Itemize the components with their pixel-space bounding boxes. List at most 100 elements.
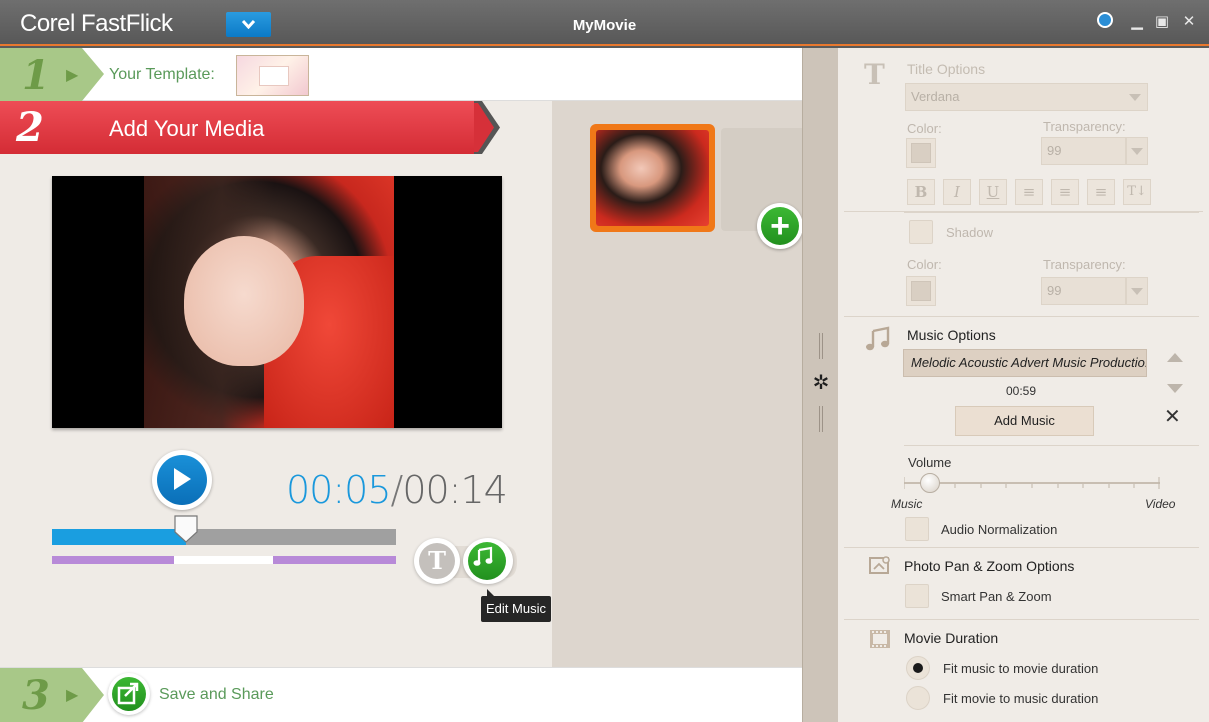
media-tracks	[52, 556, 396, 564]
gear-icon[interactable]: ✲	[811, 370, 831, 394]
shadow-color-label: Color:	[907, 257, 942, 272]
play-icon	[174, 468, 191, 490]
section-divider	[844, 547, 1199, 548]
smart-pan-zoom-label: Smart Pan & Zoom	[941, 589, 1052, 604]
edit-music-tooltip: Edit Music	[481, 589, 551, 622]
align-center-button[interactable]: ≡	[1051, 179, 1079, 205]
play-button[interactable]	[152, 450, 212, 510]
time-display: 00:05/00:14	[286, 468, 508, 512]
italic-button[interactable]: I	[943, 179, 971, 205]
maximize-button[interactable]: ▣	[1153, 13, 1171, 31]
title-transparency-value: 99	[1047, 143, 1062, 158]
splitter-grip	[819, 406, 823, 432]
move-up-icon[interactable]	[1167, 353, 1183, 362]
add-media-button[interactable]: +	[757, 203, 803, 249]
music-divider	[904, 445, 1199, 446]
pan-zoom-heading: Photo Pan & Zoom Options	[904, 558, 1075, 574]
volume-slider-ticks	[904, 477, 1160, 489]
main-area: 1 ▶ Your Template: 2 Add Your Media ▶ 00…	[0, 48, 803, 722]
title-tool-button[interactable]: T	[414, 538, 460, 584]
step2-arrow-icon	[474, 101, 500, 154]
options-panel: T Title Options Verdana Color: Transpare…	[838, 48, 1209, 722]
step3-chevron-icon: ▶	[66, 687, 79, 704]
title-color-label: Color:	[907, 121, 942, 136]
total-time: 00:14	[402, 468, 508, 512]
title-options-heading: Title Options	[907, 61, 986, 77]
move-down-icon[interactable]	[1167, 384, 1183, 393]
volume-video-label: Video	[1145, 497, 1176, 511]
text-direction-button[interactable]: T↓	[1123, 179, 1151, 205]
underline-button[interactable]: U	[979, 179, 1007, 205]
template-label: Your Template:	[109, 66, 215, 83]
title-transparency-stepper[interactable]	[1126, 137, 1148, 165]
music-duration: 00:59	[1006, 384, 1037, 398]
step-add-media[interactable]: 2 Add Your Media	[0, 101, 475, 154]
shadow-label: Shadow	[946, 225, 993, 240]
smart-pan-zoom-checkbox[interactable]	[905, 584, 929, 608]
step2-label: Add Your Media	[109, 116, 265, 141]
add-music-button[interactable]: Add Music	[955, 406, 1094, 436]
template-thumbnail[interactable]	[236, 55, 309, 96]
fit-movie-radio[interactable]	[906, 686, 930, 710]
music-track-field[interactable]: Melodic Acoustic Advert Music Productio.…	[903, 349, 1147, 377]
bold-button[interactable]: B	[907, 179, 935, 205]
edit-music-button[interactable]	[463, 538, 513, 584]
close-button[interactable]: ✕	[1180, 13, 1198, 31]
title-color-swatch[interactable]	[906, 138, 936, 168]
share-button[interactable]	[108, 673, 150, 715]
align-left-button[interactable]: ≡	[1015, 179, 1043, 205]
font-select[interactable]: Verdana	[905, 83, 1148, 111]
step2-number: 2	[16, 104, 44, 151]
title-options-divider	[904, 212, 1199, 213]
music-options-heading: Music Options	[907, 327, 996, 343]
shadow-checkbox[interactable]	[909, 220, 933, 244]
fit-movie-label: Fit movie to music duration	[943, 691, 1099, 706]
shadow-transparency-input[interactable]: 99	[1041, 277, 1126, 305]
fit-music-radio[interactable]	[906, 656, 930, 680]
step1-chevron-icon: ▶	[66, 67, 79, 84]
current-time: 00:05	[286, 468, 392, 512]
step-template[interactable]: 1 ▶ Your Template:	[0, 48, 802, 101]
audio-normalization-label: Audio Normalization	[941, 522, 1058, 537]
save-share-label: Save and Share	[159, 686, 274, 703]
align-right-button[interactable]: ≡	[1087, 179, 1115, 205]
title-bar: Corel FastFlick MyMovie ▁ ▣ ✕	[0, 0, 1209, 46]
step3-number: 3	[22, 672, 50, 719]
shadow-transparency-value: 99	[1047, 283, 1062, 298]
globe-icon[interactable]	[1097, 12, 1113, 28]
title-text-icon: T	[864, 58, 885, 91]
remove-music-icon[interactable]: ✕	[1164, 404, 1181, 429]
video-preview[interactable]	[52, 176, 502, 428]
volume-slider-knob[interactable]	[920, 473, 940, 493]
media-thumbnail-selected[interactable]	[590, 124, 715, 232]
plus-icon: +	[761, 207, 799, 245]
track-segment	[52, 556, 174, 564]
music-options-icon	[866, 326, 890, 351]
shadow-color-swatch[interactable]	[906, 276, 936, 306]
section-divider	[844, 619, 1199, 620]
film-strip-icon	[870, 630, 890, 648]
volume-label: Volume	[908, 455, 952, 470]
title-tool-icon: T	[419, 543, 455, 579]
track-segment	[273, 556, 396, 564]
progress-fill	[52, 529, 186, 545]
timeline-progress[interactable]	[52, 529, 396, 545]
volume-music-label: Music	[891, 497, 923, 511]
step2-chevron-icon: ▶	[472, 67, 485, 84]
scrubber-handle[interactable]	[173, 514, 199, 544]
shadow-transparency-label: Transparency:	[1043, 257, 1126, 272]
title-transparency-label: Transparency:	[1043, 119, 1126, 134]
preview-photo	[144, 176, 394, 428]
fit-music-label: Fit music to movie duration	[943, 661, 1099, 676]
panel-splitter[interactable]: ✲	[802, 48, 838, 722]
window-title: MyMovie	[572, 17, 637, 34]
audio-normalization-checkbox[interactable]	[905, 517, 929, 541]
font-select-value: Verdana	[911, 89, 960, 104]
minimize-button[interactable]: ▁	[1128, 13, 1146, 31]
shadow-transparency-stepper[interactable]	[1126, 277, 1148, 305]
section-divider	[844, 316, 1199, 317]
step-save-share[interactable]: 3 ▶ Save and Share	[0, 667, 802, 722]
title-transparency-input[interactable]: 99	[1041, 137, 1126, 165]
splitter-grip	[819, 333, 823, 359]
share-export-icon	[117, 682, 139, 705]
